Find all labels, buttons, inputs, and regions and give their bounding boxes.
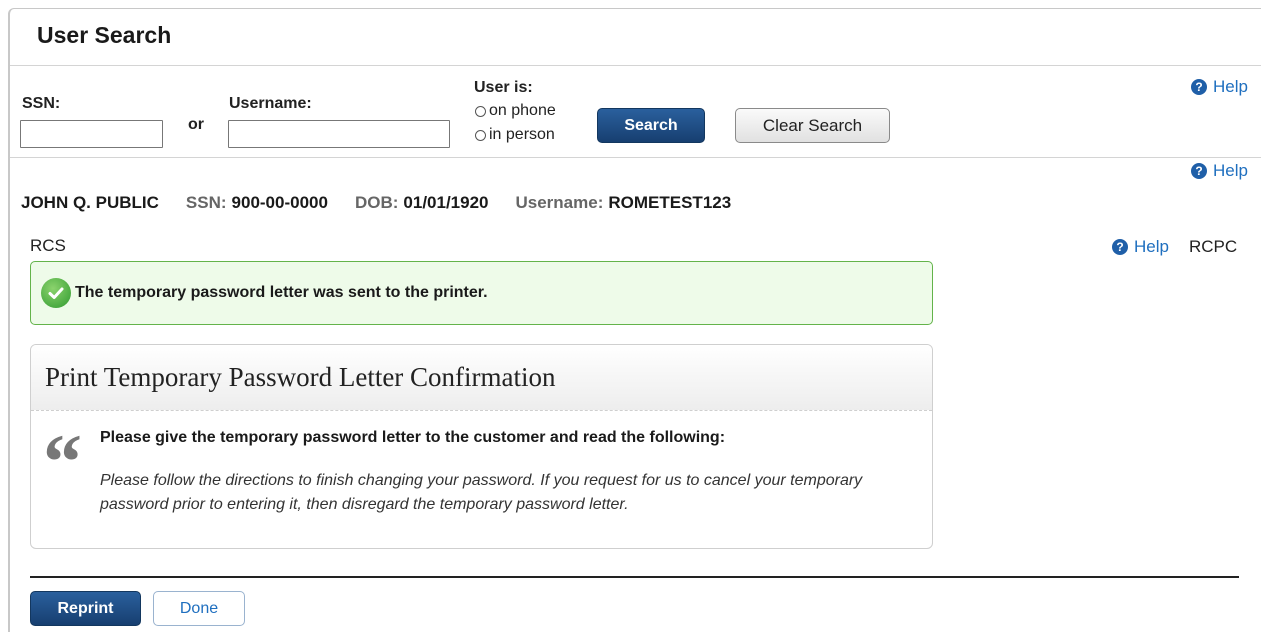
check-circle-icon <box>41 278 71 308</box>
quote-icon: “ <box>43 418 82 505</box>
help-link-search[interactable]: ? Help <box>1191 77 1248 97</box>
radio-on-phone-label: on phone <box>489 102 556 119</box>
dob-key: DOB: <box>354 193 399 212</box>
divider <box>10 65 1261 66</box>
page-title: User Search <box>37 22 172 48</box>
help-label: Help <box>1134 237 1169 256</box>
ssn-label: SSN: <box>22 95 61 112</box>
panel-header: Print Temporary Password Letter Confirma… <box>31 345 932 411</box>
radio-on-phone[interactable]: on phone <box>475 102 556 120</box>
done-button[interactable]: Done <box>153 591 245 626</box>
radio-circle-icon[interactable] <box>475 105 486 117</box>
username-input[interactable] <box>228 120 450 148</box>
help-link-section[interactable]: ? Help <box>1112 237 1169 257</box>
customer-name: JOHN Q. PUBLIC <box>21 193 159 212</box>
help-label: Help <box>1213 161 1248 180</box>
panel-body-text: Please follow the directions to finish c… <box>100 472 863 513</box>
alert-message: The temporary password letter was sent t… <box>75 284 488 301</box>
help-link-customer[interactable]: ? Help <box>1191 161 1248 181</box>
ssn-key: SSN: <box>185 193 227 212</box>
customer-ssn: 900-00-0000 <box>231 193 328 212</box>
clear-search-button[interactable]: Clear Search <box>735 108 890 143</box>
customer-dob: 01/01/1920 <box>403 193 489 212</box>
success-alert: The temporary password letter was sent t… <box>30 261 933 325</box>
username-label: Username: <box>229 95 312 112</box>
user-is-label: User is: <box>474 79 533 96</box>
help-icon: ? <box>1191 163 1207 179</box>
ssn-input[interactable] <box>20 120 163 148</box>
help-icon: ? <box>1112 239 1128 255</box>
customer-info: JOHN Q. PUBLIC SSN: 900-00-0000 DOB: 01/01… <box>21 193 758 213</box>
radio-in-person[interactable]: in person <box>475 126 555 144</box>
username-key: Username: <box>515 193 604 212</box>
customer-username: ROMETEST123 <box>608 193 732 212</box>
radio-circle-icon[interactable] <box>475 129 486 141</box>
panel-title: Print Temporary Password Letter Confirma… <box>45 362 556 392</box>
radio-in-person-label: in person <box>489 126 555 143</box>
divider <box>10 157 1261 158</box>
panel-lead: Please give the temporary password lette… <box>100 429 726 446</box>
reprint-button[interactable]: Reprint <box>30 591 141 626</box>
section-code-right: RCPC <box>1189 237 1238 256</box>
section-code-left: RCS <box>30 236 66 255</box>
help-icon: ? <box>1191 79 1207 95</box>
help-label: Help <box>1213 77 1248 96</box>
or-label: or <box>188 116 204 133</box>
search-button[interactable]: Search <box>597 108 705 143</box>
confirmation-panel: Print Temporary Password Letter Confirma… <box>30 344 933 549</box>
footer-divider <box>30 576 1239 578</box>
